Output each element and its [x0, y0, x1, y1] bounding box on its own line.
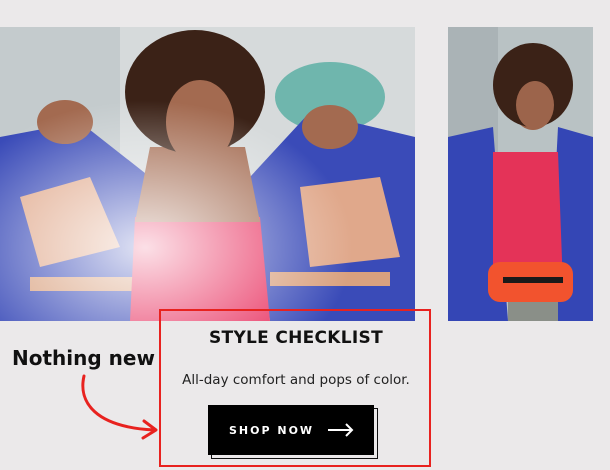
secondary-photo-illustration [448, 27, 593, 321]
arrow-right-icon [328, 423, 354, 440]
curved-arrow-icon [70, 372, 165, 446]
promo-subtitle: All-day comfort and pops of color. [182, 372, 410, 388]
annotation-text: Nothing new [12, 346, 155, 370]
hero-photo-illustration [0, 27, 415, 321]
secondary-product-image[interactable] [448, 27, 593, 321]
shop-now-button[interactable]: SHOP NOW [208, 405, 374, 455]
shop-now-label: SHOP NOW [229, 423, 315, 437]
hero-product-image[interactable] [0, 27, 415, 321]
promo-title: STYLE CHECKLIST [209, 328, 383, 348]
